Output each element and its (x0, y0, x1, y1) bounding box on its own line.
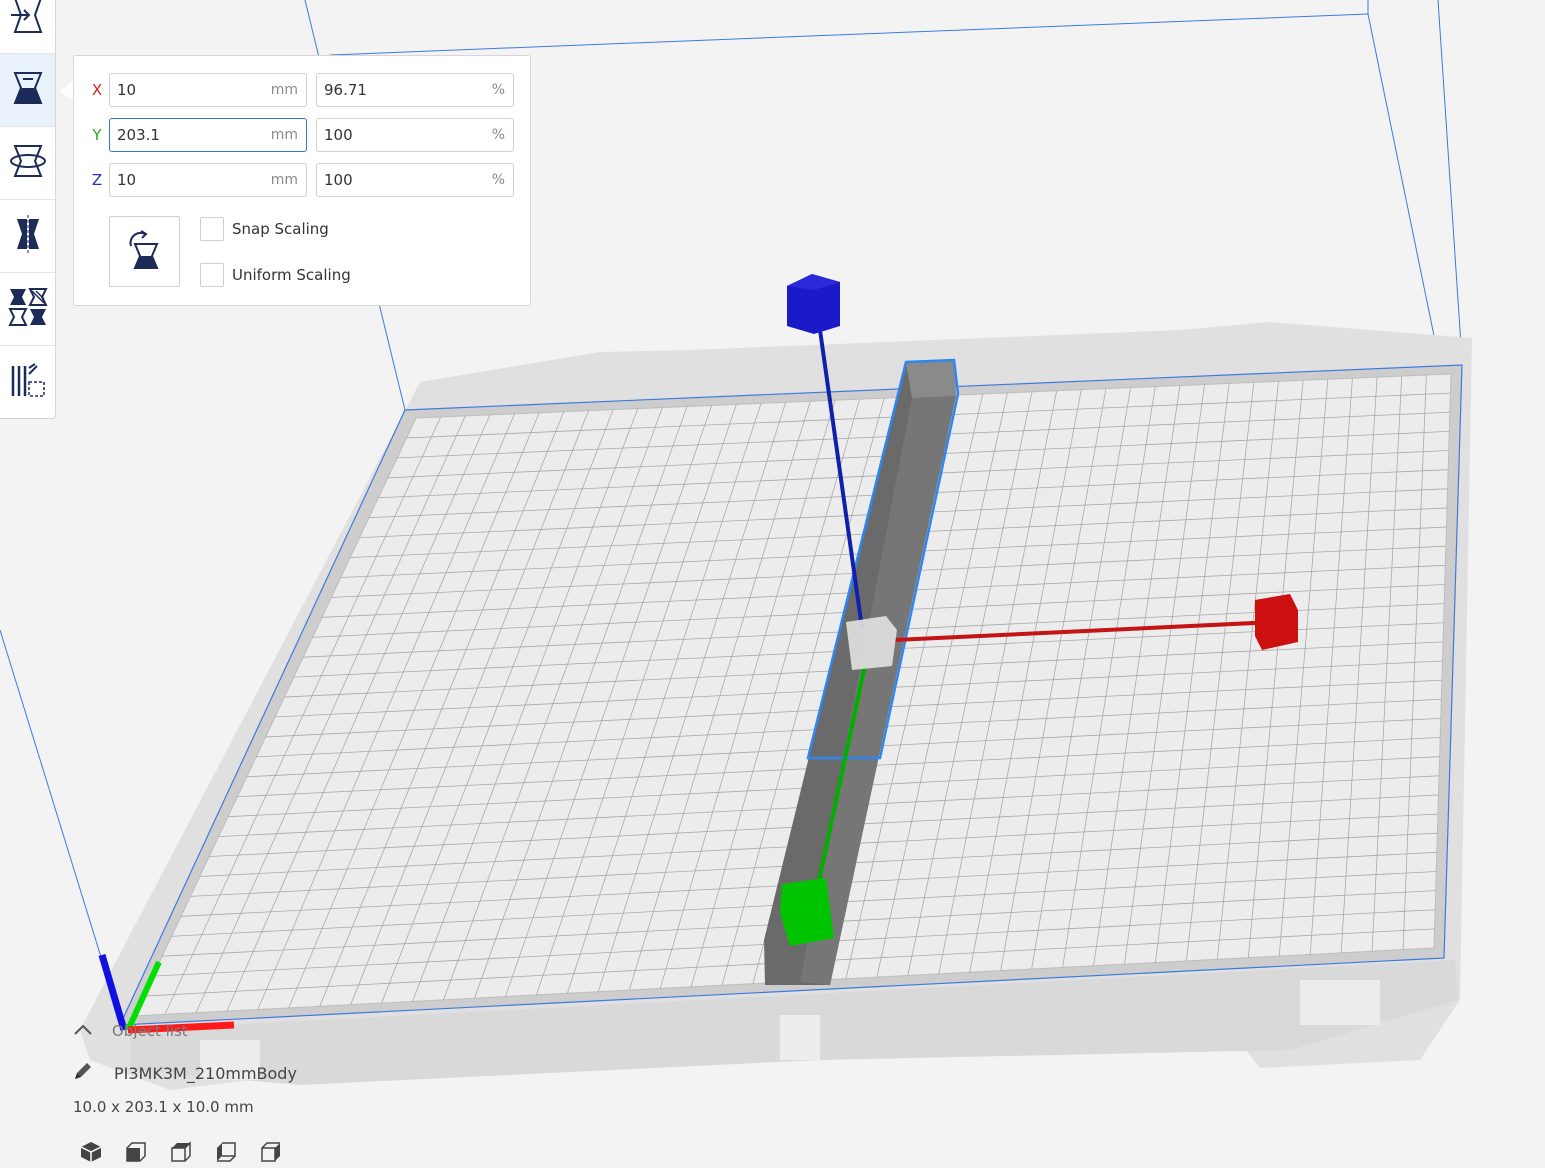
move-icon (9, 0, 47, 38)
view-orientation-bar (78, 1140, 303, 1168)
tool-toolbar (0, 0, 56, 419)
z-percent-field[interactable]: % (316, 163, 514, 197)
support-blocker-icon (9, 362, 47, 404)
y-mm-unit: mm (270, 127, 298, 143)
z-mm-input[interactable] (117, 170, 257, 190)
x-percent-unit: % (491, 82, 505, 98)
view-3d-icon (79, 1140, 103, 1168)
x-mm-unit: mm (270, 82, 298, 98)
uniform-scaling-option[interactable]: Uniform Scaling (200, 262, 351, 288)
support-blocker-tool-button[interactable] (0, 346, 55, 419)
uniform-scaling-label: Uniform Scaling (232, 266, 351, 284)
view-3d-button[interactable] (78, 1142, 104, 1166)
x-mm-input[interactable] (117, 80, 257, 100)
y-percent-field[interactable]: % (316, 118, 514, 152)
object-name: PI3MK3M_210mmBody (114, 1063, 297, 1083)
view-right-icon (259, 1140, 283, 1168)
snap-scaling-label: Snap Scaling (232, 220, 329, 238)
pencil-icon[interactable] (72, 1060, 94, 1086)
scale-icon (9, 69, 47, 111)
per-model-settings-tool-button[interactable] (0, 273, 55, 346)
uniform-scaling-checkbox[interactable] (200, 263, 224, 287)
gizmo-uniform-handle[interactable] (846, 616, 897, 670)
rotate-tool-button[interactable] (0, 127, 55, 200)
z-mm-field[interactable]: mm (109, 163, 307, 197)
x-percent-input[interactable] (324, 80, 464, 100)
gizmo-x-handle[interactable] (1255, 594, 1298, 650)
z-percent-unit: % (491, 172, 505, 188)
object-name-row[interactable]: PI3MK3M_210mmBody (72, 1060, 297, 1086)
view-top-icon (169, 1140, 193, 1168)
gizmo-y-handle[interactable] (780, 878, 834, 946)
view-front-button[interactable] (123, 1142, 149, 1166)
snap-scaling-option[interactable]: Snap Scaling (200, 216, 329, 242)
snap-scaling-checkbox[interactable] (200, 217, 224, 241)
x-axis-label: X (91, 81, 103, 99)
reset-scale-button[interactable] (109, 216, 180, 287)
chevron-up-icon (72, 1022, 94, 1041)
view-left-button[interactable] (213, 1142, 239, 1166)
view-top-button[interactable] (168, 1140, 194, 1168)
object-list-toggle[interactable]: Object list (72, 1018, 188, 1044)
panel-pointer (60, 80, 74, 102)
x-percent-field[interactable]: % (316, 73, 514, 107)
y-percent-input[interactable] (324, 125, 464, 145)
y-mm-input[interactable] (117, 125, 257, 145)
rotate-icon (9, 142, 47, 184)
reset-scale-icon (125, 229, 165, 274)
z-mm-unit: mm (270, 172, 298, 188)
move-tool-button[interactable] (0, 0, 55, 54)
view-right-button[interactable] (258, 1142, 284, 1166)
y-percent-unit: % (491, 127, 505, 143)
view-left-icon (214, 1140, 238, 1168)
y-axis-label: Y (92, 126, 102, 144)
object-list-label: Object list (112, 1022, 188, 1040)
z-axis-label: Z (91, 171, 103, 189)
per-model-settings-icon (7, 287, 48, 331)
mirror-icon (9, 215, 47, 257)
scale-panel: X mm % Y mm % Z mm % Snap Scaling Unifor (73, 55, 531, 306)
mirror-tool-button[interactable] (0, 200, 55, 273)
object-dimensions: 10.0 x 203.1 x 10.0 mm (73, 1098, 254, 1116)
y-mm-field[interactable]: mm (109, 118, 307, 152)
view-front-icon (124, 1140, 148, 1168)
x-mm-field[interactable]: mm (109, 73, 307, 107)
scale-tool-button[interactable] (0, 54, 55, 127)
z-percent-input[interactable] (324, 170, 464, 190)
